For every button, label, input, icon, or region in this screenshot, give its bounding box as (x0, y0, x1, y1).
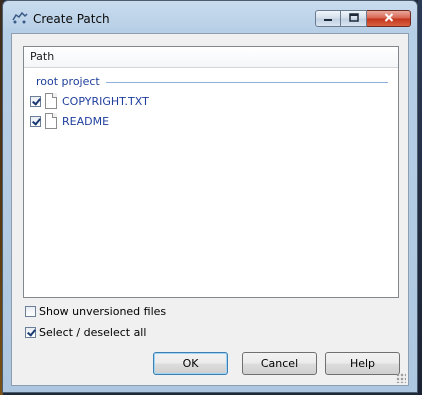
document-icon (45, 113, 57, 129)
ok-button[interactable]: OK (153, 352, 228, 375)
caption-buttons (315, 10, 411, 28)
close-button[interactable] (367, 10, 411, 27)
group-label: root project (36, 75, 100, 88)
column-header-path[interactable]: Path (24, 47, 398, 68)
window-title: Create Patch (33, 12, 110, 26)
select-all-label[interactable]: Select / deselect all (39, 326, 146, 339)
show-unversioned-label[interactable]: Show unversioned files (39, 305, 166, 318)
file-checkbox[interactable] (30, 96, 41, 107)
create-patch-window: Create Patch Path root project COPYRIGHT… (2, 0, 418, 393)
select-all-checkbox[interactable] (25, 327, 36, 338)
minimize-button[interactable] (315, 10, 341, 27)
minimize-icon (323, 12, 333, 25)
tortoise-icon (11, 11, 29, 25)
desktop-background-right (418, 0, 422, 395)
close-icon (384, 12, 394, 25)
maximize-icon (348, 12, 359, 25)
file-name: README (62, 115, 110, 128)
file-list[interactable]: Path root project COPYRIGHT.TXT README (23, 46, 399, 298)
group-header-root-project[interactable]: root project (24, 72, 398, 92)
show-unversioned-checkbox[interactable] (25, 306, 36, 317)
file-checkbox[interactable] (30, 116, 41, 127)
dialog-client-area: Path root project COPYRIGHT.TXT README S… (11, 33, 409, 386)
list-item[interactable]: COPYRIGHT.TXT (24, 92, 398, 112)
maximize-button[interactable] (341, 10, 367, 27)
title-bar[interactable]: Create Patch (3, 1, 417, 33)
list-item[interactable]: README (24, 112, 398, 132)
document-icon (45, 93, 57, 109)
group-divider (106, 82, 388, 83)
resize-grip-icon[interactable] (396, 373, 406, 383)
help-button[interactable]: Help (325, 352, 400, 375)
cancel-button[interactable]: Cancel (242, 352, 317, 375)
file-name: COPYRIGHT.TXT (62, 95, 149, 108)
